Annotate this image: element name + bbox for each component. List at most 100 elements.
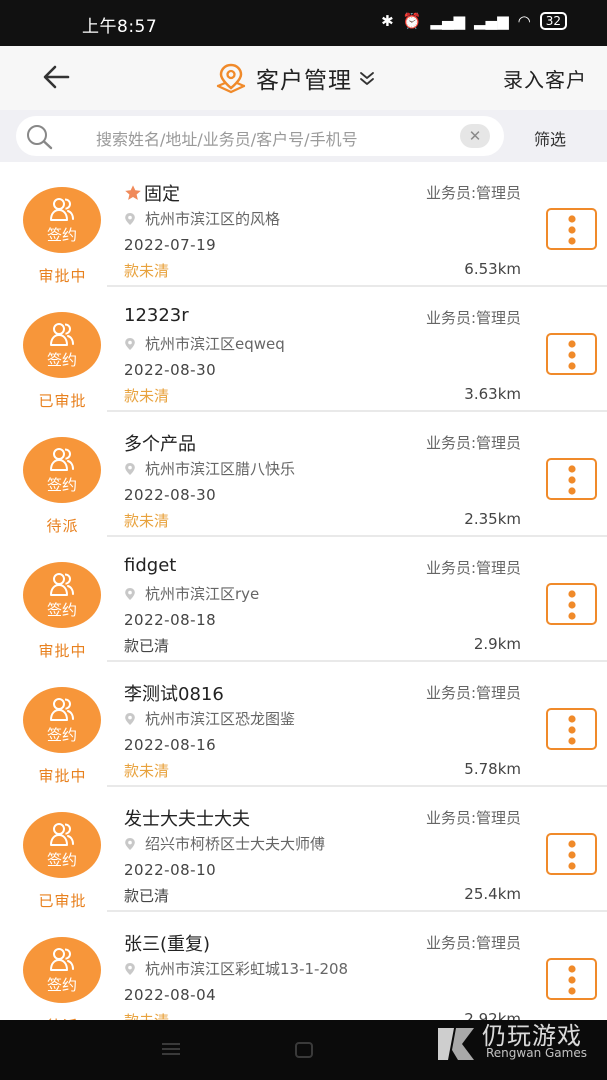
customer-row[interactable]: 签约待派张三(重复)业务员:管理员杭州市滨江区彩虹城13-1-2082022-0… (0, 912, 607, 1020)
back-button[interactable] (40, 60, 74, 94)
sign-label: 签约 (46, 476, 77, 494)
distance: 25.4km (464, 885, 521, 903)
payment-status: 款未清 (124, 1010, 169, 1020)
customer-name: 12323r (124, 305, 189, 326)
sign-label: 签约 (46, 226, 77, 244)
title-dropdown[interactable]: 客户管理 (214, 60, 376, 96)
customer-date: 2022-08-30 (124, 486, 217, 504)
approval-status: 待派 (46, 517, 79, 535)
customer-row[interactable]: 签约 已审批 12323r 业务员:管理员 杭州市滨江区eqweq 2022-08-30 款… (0, 287, 607, 412)
sign-label: 签约 (46, 976, 77, 994)
approval-status: 已审批 (38, 892, 87, 910)
customer-name-wrap: 发士大夫士大夫 (124, 805, 250, 831)
clear-search-button[interactable]: ✕ (460, 124, 490, 148)
users-icon (50, 948, 74, 971)
close-icon: ✕ (468, 127, 482, 145)
alarm-icon: ⏰ (402, 12, 422, 30)
approval-status: 已审批 (38, 392, 87, 410)
payment-status: 款已清 (124, 637, 170, 655)
customer-date: 2022-08-04 (124, 986, 217, 1004)
sign-label: 签约 (46, 351, 77, 369)
customer-row[interactable]: 签约 待派 多个产品 业务员:管理员 杭州市滨江区腊八快乐 2022-08-30 款未清 2.… (0, 412, 607, 537)
more-actions-button[interactable] (546, 833, 597, 875)
menu-icon[interactable] (160, 1040, 182, 1058)
users-icon (50, 448, 74, 471)
address-wrap: 杭州市滨江区恐龙图鉴 (124, 708, 295, 729)
wifi-icon: ◠ (517, 12, 531, 30)
location-pin-icon (216, 63, 246, 94)
page-title: 客户管理 (256, 68, 352, 94)
approval-status: 审批中 (38, 642, 87, 660)
more-actions-button[interactable] (546, 583, 597, 625)
customer-address: 杭州市滨江区腊八快乐 (145, 460, 296, 478)
salesperson: 业务员:管理员 (425, 434, 521, 452)
users-icon (50, 323, 74, 346)
location-pin-icon (125, 837, 135, 850)
approval-status: 审批中 (38, 267, 87, 285)
more-actions-button[interactable] (546, 958, 597, 1000)
customer-row[interactable]: 签约 审批中 固定 业务员:管理员 杭州市滨江区的风格 2022-07-19 款未清 6.53… (0, 162, 607, 287)
customer-address: 杭州市滨江区彩虹城13-1-208 (145, 960, 349, 978)
customer-avatar: 签约 (23, 187, 101, 253)
more-actions-button[interactable] (546, 208, 597, 250)
search-input[interactable]: 搜索姓名/地址/业务员/客户号/手机号 ✕ (16, 116, 504, 156)
more-vertical-icon (568, 590, 576, 620)
customer-address: 杭州市滨江区的风格 (145, 210, 281, 228)
users-icon (50, 198, 74, 221)
location-pin-icon (125, 462, 135, 475)
add-customer-button[interactable]: 录入客户 (503, 64, 587, 93)
address-wrap: 杭州市滨江区rye (124, 583, 259, 604)
customer-name-wrap: 固定 (124, 180, 180, 206)
search-bar: 搜索姓名/地址/业务员/客户号/手机号 ✕ 筛选 (0, 110, 607, 162)
address-wrap: 绍兴市柯桥区士大夫大师傅 (124, 833, 325, 854)
customer-row[interactable]: 签约 审批中 fidget 业务员:管理员 杭州市滨江区rye 2022-08-18 款已清… (0, 537, 607, 662)
more-vertical-icon (568, 215, 576, 245)
signal-icon-2: ▂▄▆ (474, 12, 509, 30)
customer-address: 绍兴市柯桥区士大夫大师傅 (145, 835, 326, 853)
customer-date: 2022-08-16 (124, 736, 217, 754)
more-actions-button[interactable] (546, 458, 597, 500)
customer-name: 固定 (144, 184, 180, 205)
customer-date: 2022-08-30 (124, 361, 217, 379)
more-vertical-icon (568, 340, 576, 370)
customer-name-wrap: 多个产品 (124, 430, 196, 456)
search-placeholder: 搜索姓名/地址/业务员/客户号/手机号 (96, 130, 358, 149)
approval-status: 审批中 (38, 767, 87, 785)
salesperson: 业务员:管理员 (425, 184, 521, 202)
customer-avatar: 签约 (23, 562, 101, 628)
more-actions-button[interactable] (546, 708, 597, 750)
signal-icon: ▂▄▆ (430, 12, 466, 30)
sign-label: 签约 (46, 851, 77, 869)
customer-date: 2022-08-18 (124, 611, 217, 629)
salesperson: 业务员:管理员 (425, 934, 521, 952)
location-pin-icon (125, 712, 135, 725)
location-pin-icon (125, 962, 135, 975)
customer-row[interactable]: 签约 审批中 李测试0816 业务员:管理员 杭州市滨江区恐龙图鉴 2022-08-16 款… (0, 662, 607, 787)
customer-row[interactable]: 签约 已审批 发士大夫士大夫 业务员:管理员 绍兴市柯桥区士大夫大师傅 2022-08-1… (0, 787, 607, 912)
payment-status: 款未清 (124, 262, 170, 280)
users-icon (50, 823, 74, 846)
app-header: 客户管理 录入客户 (0, 46, 607, 110)
search-icon (27, 125, 53, 150)
system-nav-bar (0, 1020, 607, 1080)
battery-icon: 32 (539, 12, 567, 30)
distance: 2.35km (464, 510, 521, 528)
payment-status: 款未清 (124, 762, 170, 780)
more-vertical-icon (568, 715, 576, 745)
users-icon (50, 698, 74, 721)
double-chevron-down-icon (360, 72, 374, 85)
customer-address: 杭州市滨江区rye (145, 585, 260, 603)
more-vertical-icon (568, 965, 576, 995)
distance: 5.78km (464, 760, 521, 778)
more-vertical-icon (568, 840, 576, 870)
distance: 6.53km (464, 260, 521, 278)
location-pin-icon (125, 337, 135, 350)
filter-button[interactable]: 筛选 (534, 126, 566, 150)
more-actions-button[interactable] (546, 333, 597, 375)
salesperson: 业务员:管理员 (425, 809, 521, 827)
customer-name: 张三(重复) (124, 934, 211, 955)
customer-name: fidget (124, 555, 177, 576)
customer-name-wrap: 张三(重复) (124, 930, 210, 956)
home-icon[interactable] (293, 1040, 315, 1060)
location-pin-icon (125, 587, 135, 600)
